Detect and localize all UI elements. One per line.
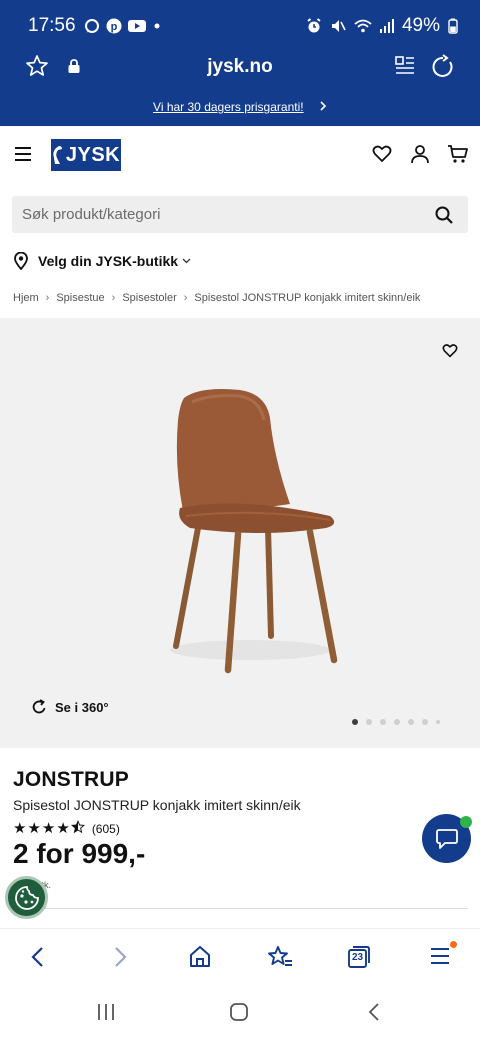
reader-mode-icon[interactable] [394,54,416,81]
browser-top-area: 17:56 p 49% jysk.no Vi har 30 dagers pri… [0,0,480,126]
star-full-icon: ★ [13,820,27,837]
breadcrumb-item[interactable]: Spisestue [56,292,104,304]
alarm-icon [307,18,321,33]
search-input[interactable]: Søk produkt/kategori [22,206,160,223]
gallery-pagination [352,719,440,725]
breadcrumb: Hjem › Spisestue › Spisestoler › Spisestol JON… [13,292,420,304]
chat-bubble-icon [435,828,458,849]
signal-icon [379,19,394,33]
pinterest-icon: p [106,18,122,34]
breadcrumb-item[interactable]: Spisestoler [122,292,176,304]
wishlist-heart-icon[interactable] [372,144,392,169]
cookie-icon [14,885,39,910]
status-bar: 17:56 p 49% [28,12,458,40]
store-selector-label[interactable]: Velg din JYSK-butikk [38,253,178,269]
youtube-icon [127,20,146,32]
product-description: Spisestol JONSTRUP konjakk imitert skinn… [13,797,301,813]
home-icon[interactable] [189,945,211,974]
breadcrumb-separator-icon: › [183,292,188,304]
system-back-icon[interactable] [367,1002,381,1027]
reload-icon[interactable] [430,54,456,85]
whatsapp-icon [84,19,99,33]
tabs-icon[interactable]: 23 [347,945,371,969]
gallery-dot[interactable] [366,719,372,725]
star-full-icon: ★ [27,820,41,837]
gallery-dot[interactable] [422,719,428,725]
gallery-dot[interactable] [408,719,414,725]
product-price: 2 for 999,- [13,838,146,869]
jysk-logo[interactable]: JYSK [51,139,121,171]
star-full-icon: ★ [41,820,56,837]
chat-button[interactable] [422,814,472,863]
site-header: JYSK [0,126,480,186]
cookie-settings-button[interactable] [5,876,48,919]
dot-icon [154,23,160,29]
browser-url-bar: jysk.no [0,50,480,86]
gallery-dot[interactable] [394,719,400,725]
goose-logo-icon [53,146,62,164]
wifi-icon [354,19,372,33]
location-pin-icon [14,252,28,270]
gallery-dot[interactable] [380,719,386,725]
favorite-heart-icon[interactable] [442,343,458,363]
cart-icon[interactable] [447,144,469,169]
review-count[interactable]: (605) [92,822,120,836]
rotate-icon [32,699,46,714]
chevron-down-icon [182,256,191,267]
battery-icon [448,18,458,34]
breadcrumb-item[interactable]: Hjem [13,292,39,304]
status-time: 17:56 [28,15,76,36]
forward-arrow-icon[interactable] [112,945,128,974]
promo-banner[interactable]: Vi har 30 dagers prisgaranti! [0,100,480,114]
search-bar[interactable]: Søk produkt/kategori [12,196,468,233]
breadcrumb-separator-icon: › [111,292,116,304]
home-button-icon[interactable] [229,1002,249,1027]
browser-bottom-toolbar: 23 [0,928,480,986]
online-status-dot [460,816,472,828]
svg-text:p: p [110,21,117,33]
chevron-right-icon [319,100,327,114]
system-navigation-bar [0,986,480,1040]
logo-text: JYSK [65,143,121,166]
recent-apps-icon[interactable] [96,1002,116,1027]
star-full-icon: ★ [56,820,70,837]
view-360-label[interactable]: Se i 360° [55,700,109,715]
account-icon[interactable] [410,144,430,169]
product-gallery[interactable]: Se i 360° [0,318,480,748]
product-rating[interactable]: ★ ★ ★ ★ (605) [13,819,120,837]
store-selector[interactable]: Velg din JYSK-butikk [14,252,191,270]
product-image[interactable] [140,378,350,678]
gallery-dot[interactable] [352,719,358,725]
breadcrumb-separator-icon: › [45,292,50,304]
search-icon[interactable] [434,205,454,230]
mute-icon [331,20,346,32]
breadcrumb-current: Spisestol JONSTRUP konjakk imitert skinn… [194,292,421,304]
product-name: JONSTRUP [13,768,129,791]
tabs-count: 23 [352,952,364,963]
gallery-dot[interactable] [436,720,440,724]
notification-badge [450,941,457,948]
star-half-icon [70,819,85,837]
promo-link[interactable]: Vi har 30 dagers prisgaranti! [153,100,304,114]
hamburger-menu-icon[interactable] [14,146,32,167]
back-arrow-icon[interactable] [30,945,46,974]
battery-percent: 49% [401,15,440,36]
divider [13,908,468,909]
bookmarks-icon[interactable] [267,945,293,974]
browser-menu-icon[interactable] [429,941,457,972]
view-360-button[interactable]: Se i 360° [31,699,109,715]
